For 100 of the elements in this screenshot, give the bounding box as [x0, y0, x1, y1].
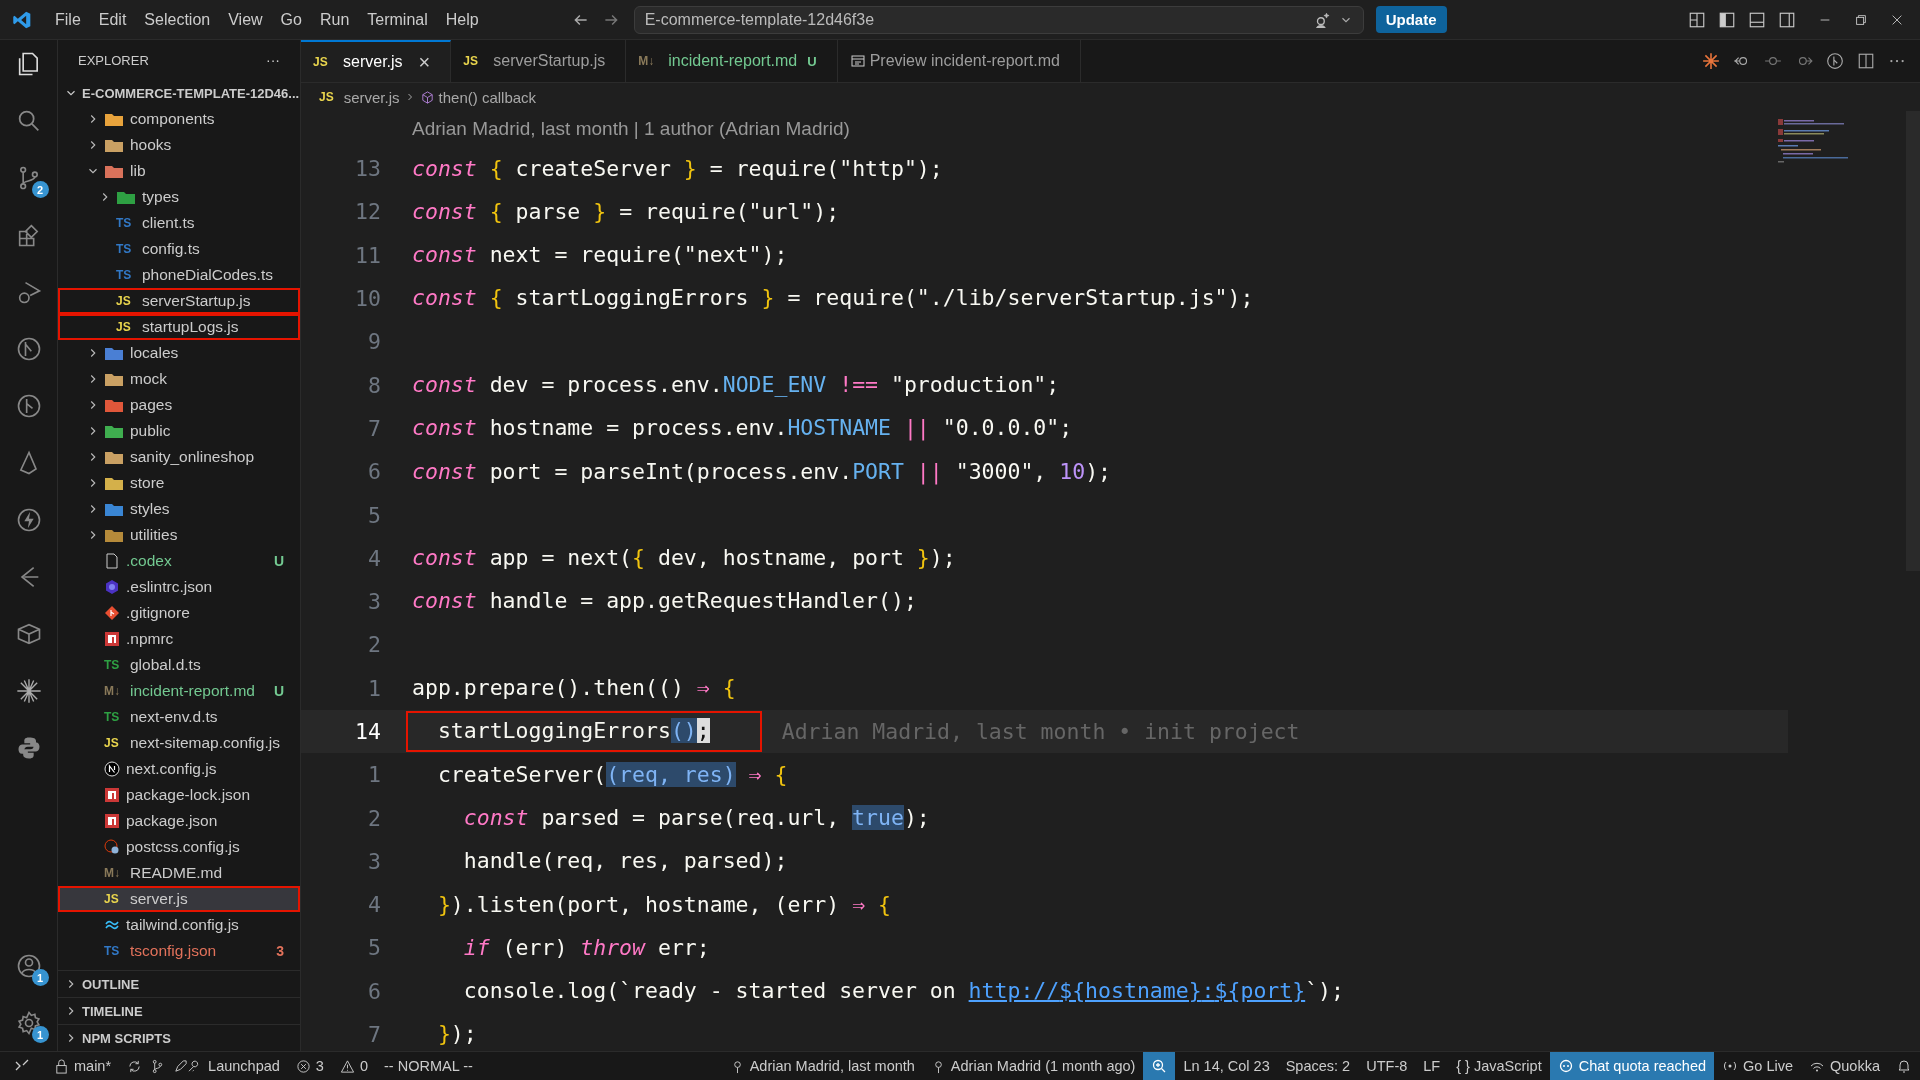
- status-item[interactable]: { } JavaScript: [1448, 1052, 1550, 1080]
- status-item[interactable]: Spaces: 2: [1277, 1052, 1359, 1080]
- file-tree-item[interactable]: public: [58, 418, 300, 444]
- file-tree-item[interactable]: styles: [58, 496, 300, 522]
- status-item[interactable]: -- NORMAL --: [376, 1052, 481, 1080]
- asterisk-icon[interactable]: [14, 677, 43, 705]
- secondary-sidebar-icon[interactable]: [1778, 10, 1796, 29]
- file-tree-item[interactable]: JS startupLogs.js: [58, 314, 300, 340]
- status-item[interactable]: Go Live: [1714, 1052, 1801, 1080]
- close-tab-button[interactable]: ×: [418, 50, 431, 74]
- line-number: 8: [367, 372, 381, 398]
- file-tree-item[interactable]: mock: [58, 366, 300, 392]
- error-icon: [295, 1058, 311, 1074]
- file-tree-item[interactable]: TS config.ts: [58, 236, 300, 262]
- breadcrumb-item[interactable]: then() callback: [438, 88, 537, 106]
- file-tree-item[interactable]: locales: [58, 340, 300, 366]
- file-tree-item[interactable]: JS next-sitemap.config.js: [58, 730, 300, 756]
- status-item[interactable]: UTF-8: [1358, 1052, 1416, 1080]
- file-tree-item[interactable]: components: [58, 106, 300, 132]
- line-number: 4: [367, 892, 381, 918]
- status-item[interactable]: 3: [287, 1052, 332, 1080]
- command-center-field[interactable]: E-commerce-template-12d46f3e: [633, 5, 1364, 34]
- status-item[interactable]: LF: [1415, 1052, 1449, 1080]
- npm-icon: [104, 787, 120, 803]
- workspace-root[interactable]: E-COMMERCE-TEMPLATE-12D46...: [58, 80, 300, 106]
- collapsed-section-header[interactable]: TIMELINE: [58, 997, 300, 1024]
- npm-icon: [104, 813, 120, 829]
- file-type-icon: JS: [104, 736, 122, 750]
- file-tree-item[interactable]: store: [58, 470, 300, 496]
- menu-item[interactable]: Run: [310, 10, 359, 29]
- file-tree-item[interactable]: sanity_onlineshop: [58, 444, 300, 470]
- editor-tab[interactable]: Preview incident-report.md: [837, 40, 1081, 82]
- file-tree-item[interactable]: next.config.js: [58, 756, 300, 782]
- status-item[interactable]: [1143, 1052, 1176, 1080]
- sidebar-toggle-icon[interactable]: [1718, 10, 1736, 29]
- file-tree-item[interactable]: .eslintrc.json: [58, 574, 300, 600]
- file-tree-item[interactable]: package-lock.json: [58, 782, 300, 808]
- file-tree-item[interactable]: .gitignore: [58, 600, 300, 626]
- line-number: 4: [367, 545, 381, 571]
- file-tree-item[interactable]: TS global.d.ts: [58, 652, 300, 678]
- editor-tab[interactable]: JS serverStartup.js: [451, 40, 627, 82]
- menu-item[interactable]: View: [219, 10, 272, 29]
- sparkle-icon[interactable]: [1702, 52, 1720, 70]
- status-item[interactable]: Adrian Madrid, last month: [721, 1052, 923, 1080]
- update-button[interactable]: Update: [1375, 6, 1447, 33]
- code-line: const dev = process.env.NODE_ENV !== "production";: [411, 371, 1061, 399]
- file-type-icon: TS: [116, 268, 134, 282]
- menu-item[interactable]: Terminal: [358, 10, 437, 29]
- restore-icon[interactable]: [1854, 12, 1868, 27]
- file-tree-item[interactable]: JS server.js: [58, 886, 300, 912]
- code-line: const next = require("next");: [411, 241, 789, 270]
- codelens-text: Adrian Madrid, last month | 1 author (Adrian Madrid): [412, 117, 851, 141]
- breadcrumb-item[interactable]: server.js: [343, 88, 400, 106]
- app-logo-icon: [12, 9, 32, 30]
- file-tree-item[interactable]: JS serverStartup.js: [58, 288, 300, 314]
- menu-item[interactable]: File: [46, 10, 90, 29]
- menu-item[interactable]: Help: [436, 10, 488, 29]
- file-tree-item[interactable]: postcss.config.js: [58, 834, 300, 860]
- line-number: 9: [367, 329, 381, 355]
- status-item[interactable]: Chat quota reached: [1549, 1052, 1715, 1080]
- file-type-icon: JS: [104, 892, 122, 906]
- status-item[interactable]: 0: [331, 1052, 376, 1080]
- code-line: const port = parseInt(process.env.PORT || "3000", 10);: [411, 457, 1113, 487]
- layout-icon[interactable]: [1688, 10, 1706, 29]
- file-tree-item[interactable]: utilities: [58, 522, 300, 548]
- panel-toggle-icon[interactable]: [1748, 10, 1766, 29]
- file-tree-item[interactable]: M↓ README.md: [58, 860, 300, 886]
- collapsed-section-header[interactable]: OUTLINE: [58, 970, 300, 997]
- file-tree-item[interactable]: TS next-env.d.ts: [58, 704, 300, 730]
- status-item[interactable]: main*: [46, 1052, 120, 1080]
- status-item[interactable]: Adrian Madrid (1 month ago): [922, 1052, 1144, 1080]
- file-tree-item[interactable]: hooks: [58, 132, 300, 158]
- more-actions-button[interactable]: ···: [266, 52, 280, 68]
- status-item[interactable]: Quokka: [1801, 1052, 1888, 1080]
- preview-icon: [849, 53, 866, 69]
- file-tree-item[interactable]: package.json: [58, 808, 300, 834]
- git-status-label: U: [273, 553, 284, 569]
- menu-item[interactable]: Edit: [89, 10, 136, 29]
- menu-item[interactable]: Selection: [135, 10, 220, 29]
- file-tree-item[interactable]: pages: [58, 392, 300, 418]
- file-tree-item[interactable]: types: [58, 184, 300, 210]
- status-item[interactable]: Launchpad: [165, 1052, 288, 1080]
- file-tree-item[interactable]: M↓ incident-report.md U: [58, 678, 300, 704]
- file-tree-item[interactable]: TS client.ts: [58, 210, 300, 236]
- npm-icon: [104, 631, 120, 647]
- file-tree-item[interactable]: lib: [58, 158, 300, 184]
- bell-icon: [1896, 1058, 1912, 1074]
- file-tree-item[interactable]: TS phoneDialCodes.ts: [58, 262, 300, 288]
- file-tree-item[interactable]: .npmrc: [58, 626, 300, 652]
- file-tree-item[interactable]: TS tsconfig.json 3: [58, 938, 300, 964]
- timeline-icon[interactable]: [1826, 52, 1844, 70]
- line-number: 3: [367, 848, 381, 874]
- editor-tab[interactable]: M↓ incident-report.md U: [626, 40, 838, 82]
- editor-tab[interactable]: JS server.js ×: [301, 40, 452, 82]
- split-editor-icon[interactable]: [1857, 52, 1875, 70]
- file-tree-item[interactable]: .codex U: [58, 548, 300, 574]
- file-tree-item[interactable]: tailwind.config.js: [58, 912, 300, 938]
- status-item[interactable]: Ln 14, Col 23: [1175, 1052, 1278, 1080]
- menu-item[interactable]: Go: [271, 10, 311, 29]
- code-line: const app = next({ dev, hostname, port });: [411, 544, 957, 573]
